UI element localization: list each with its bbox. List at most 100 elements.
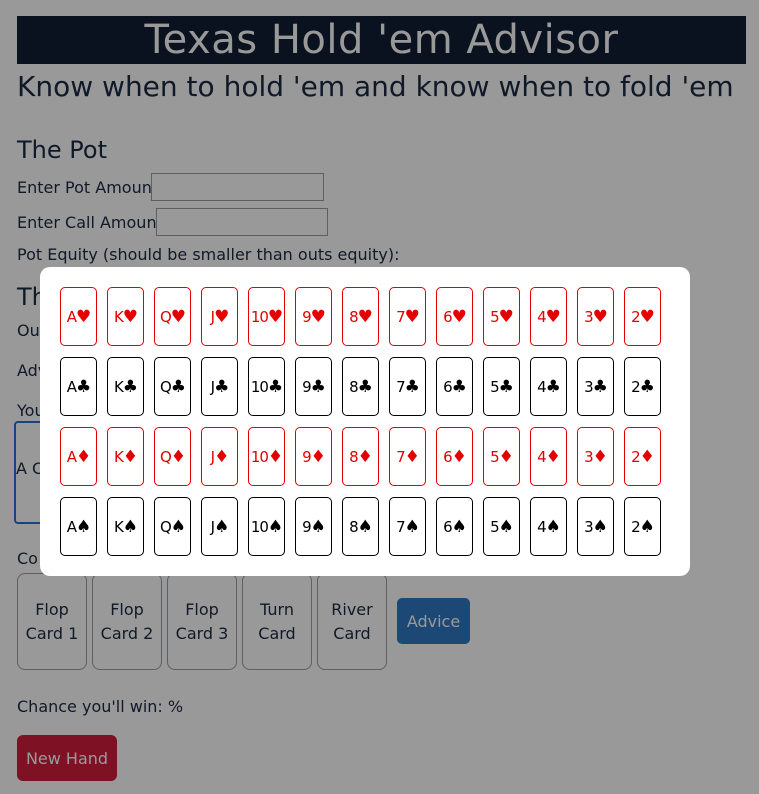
card-7-diamonds[interactable]: 7 ♦ bbox=[389, 427, 426, 486]
card-rank: 9 bbox=[302, 377, 311, 396]
card-7-hearts[interactable]: 7 ♥ bbox=[389, 287, 426, 346]
card-8-clubs[interactable]: 8 ♣ bbox=[342, 357, 379, 416]
card-a-diamonds[interactable]: A ♦ bbox=[60, 427, 97, 486]
card-k-hearts[interactable]: K ♥ bbox=[107, 287, 144, 346]
card-9-diamonds[interactable]: 9 ♦ bbox=[295, 427, 332, 486]
card-rank: 5 bbox=[490, 517, 499, 536]
hearts-suit-icon: ♥ bbox=[267, 306, 283, 327]
card-q-diamonds[interactable]: Q ♦ bbox=[154, 427, 191, 486]
card-rank: K bbox=[113, 517, 124, 536]
card-2-clubs[interactable]: 2 ♣ bbox=[624, 357, 661, 416]
card-rank: 10 bbox=[250, 307, 269, 326]
card-rank: 4 bbox=[537, 447, 546, 466]
card-3-spades[interactable]: 3 ♠ bbox=[577, 497, 614, 556]
card-a-spades[interactable]: A ♠ bbox=[60, 497, 97, 556]
card-rank: 8 bbox=[349, 377, 358, 396]
card-10-clubs[interactable]: 10 ♣ bbox=[248, 357, 285, 416]
card-3-hearts[interactable]: 3 ♥ bbox=[577, 287, 614, 346]
card-a-clubs[interactable]: A ♣ bbox=[60, 357, 97, 416]
clubs-suit-icon: ♣ bbox=[639, 376, 655, 397]
clubs-suit-icon: ♣ bbox=[122, 376, 138, 397]
card-rank: 3 bbox=[584, 307, 593, 326]
card-k-spades[interactable]: K ♠ bbox=[107, 497, 144, 556]
card-rank: 10 bbox=[250, 517, 269, 536]
card-rank: Q bbox=[159, 447, 172, 466]
card-rank: 3 bbox=[584, 447, 593, 466]
card-4-diamonds[interactable]: 4 ♦ bbox=[530, 427, 567, 486]
card-8-diamonds[interactable]: 8 ♦ bbox=[342, 427, 379, 486]
clubs-suit-icon: ♣ bbox=[214, 376, 229, 397]
diamonds-suit-icon: ♦ bbox=[122, 446, 138, 467]
card-j-hearts[interactable]: J ♥ bbox=[201, 287, 238, 346]
card-a-hearts[interactable]: A ♥ bbox=[60, 287, 97, 346]
card-10-hearts[interactable]: 10 ♥ bbox=[248, 287, 285, 346]
card-rank: A bbox=[66, 307, 77, 326]
card-rank: 4 bbox=[537, 307, 546, 326]
card-3-clubs[interactable]: 3 ♣ bbox=[577, 357, 614, 416]
card-rank: A bbox=[66, 377, 77, 396]
diamonds-suit-icon: ♦ bbox=[76, 446, 91, 467]
card-rank: 7 bbox=[396, 517, 405, 536]
card-5-hearts[interactable]: 5 ♥ bbox=[483, 287, 520, 346]
card-rank: 6 bbox=[443, 307, 452, 326]
card-8-spades[interactable]: 8 ♠ bbox=[342, 497, 379, 556]
card-2-hearts[interactable]: 2 ♥ bbox=[624, 287, 661, 346]
card-9-hearts[interactable]: 9 ♥ bbox=[295, 287, 332, 346]
card-rank: K bbox=[113, 447, 124, 466]
diamonds-suit-icon: ♦ bbox=[545, 446, 561, 467]
hearts-suit-icon: ♥ bbox=[170, 306, 186, 327]
card-5-spades[interactable]: 5 ♠ bbox=[483, 497, 520, 556]
card-4-clubs[interactable]: 4 ♣ bbox=[530, 357, 567, 416]
card-j-diamonds[interactable]: J ♦ bbox=[201, 427, 238, 486]
spades-suit-icon: ♠ bbox=[639, 516, 655, 537]
card-5-diamonds[interactable]: 5 ♦ bbox=[483, 427, 520, 486]
card-rank: 10 bbox=[250, 447, 269, 466]
card-7-clubs[interactable]: 7 ♣ bbox=[389, 357, 426, 416]
card-rank: 5 bbox=[490, 377, 499, 396]
card-5-clubs[interactable]: 5 ♣ bbox=[483, 357, 520, 416]
spades-suit-icon: ♠ bbox=[170, 516, 186, 537]
card-2-diamonds[interactable]: 2 ♦ bbox=[624, 427, 661, 486]
card-4-spades[interactable]: 4 ♠ bbox=[530, 497, 567, 556]
hearts-suit-icon: ♥ bbox=[639, 306, 655, 327]
card-rank: 2 bbox=[631, 307, 640, 326]
card-rank: 6 bbox=[443, 517, 452, 536]
card-10-spades[interactable]: 10 ♠ bbox=[248, 497, 285, 556]
diamonds-suit-icon: ♦ bbox=[639, 446, 655, 467]
diamonds-suit-icon: ♦ bbox=[214, 446, 229, 467]
card-rank: 8 bbox=[349, 517, 358, 536]
card-rank: 2 bbox=[631, 447, 640, 466]
card-q-clubs[interactable]: Q ♣ bbox=[154, 357, 191, 416]
card-6-spades[interactable]: 6 ♠ bbox=[436, 497, 473, 556]
card-rank: 6 bbox=[443, 447, 452, 466]
diamonds-suit-icon: ♦ bbox=[310, 446, 326, 467]
card-rank: 3 bbox=[584, 517, 593, 536]
card-6-diamonds[interactable]: 6 ♦ bbox=[436, 427, 473, 486]
card-k-clubs[interactable]: K ♣ bbox=[107, 357, 144, 416]
card-k-diamonds[interactable]: K ♦ bbox=[107, 427, 144, 486]
card-6-hearts[interactable]: 6 ♥ bbox=[436, 287, 473, 346]
card-9-spades[interactable]: 9 ♠ bbox=[295, 497, 332, 556]
card-4-hearts[interactable]: 4 ♥ bbox=[530, 287, 567, 346]
card-8-hearts[interactable]: 8 ♥ bbox=[342, 287, 379, 346]
card-rank: 8 bbox=[349, 447, 358, 466]
card-10-diamonds[interactable]: 10 ♦ bbox=[248, 427, 285, 486]
spades-suit-icon: ♠ bbox=[310, 516, 326, 537]
hearts-suit-icon: ♥ bbox=[76, 306, 91, 327]
spades-suit-icon: ♠ bbox=[357, 516, 373, 537]
card-7-spades[interactable]: 7 ♠ bbox=[389, 497, 426, 556]
card-2-spades[interactable]: 2 ♠ bbox=[624, 497, 661, 556]
card-q-spades[interactable]: Q ♠ bbox=[154, 497, 191, 556]
card-rank: Q bbox=[159, 377, 172, 396]
card-j-clubs[interactable]: J ♣ bbox=[201, 357, 238, 416]
card-j-spades[interactable]: J ♠ bbox=[201, 497, 238, 556]
card-rank: Q bbox=[159, 307, 172, 326]
hearts-suit-icon: ♥ bbox=[545, 306, 561, 327]
card-3-diamonds[interactable]: 3 ♦ bbox=[577, 427, 614, 486]
card-9-clubs[interactable]: 9 ♣ bbox=[295, 357, 332, 416]
clubs-suit-icon: ♣ bbox=[404, 376, 420, 397]
card-6-clubs[interactable]: 6 ♣ bbox=[436, 357, 473, 416]
card-q-hearts[interactable]: Q ♥ bbox=[154, 287, 191, 346]
card-rank: 2 bbox=[631, 517, 640, 536]
spades-suit-icon: ♠ bbox=[76, 516, 91, 537]
